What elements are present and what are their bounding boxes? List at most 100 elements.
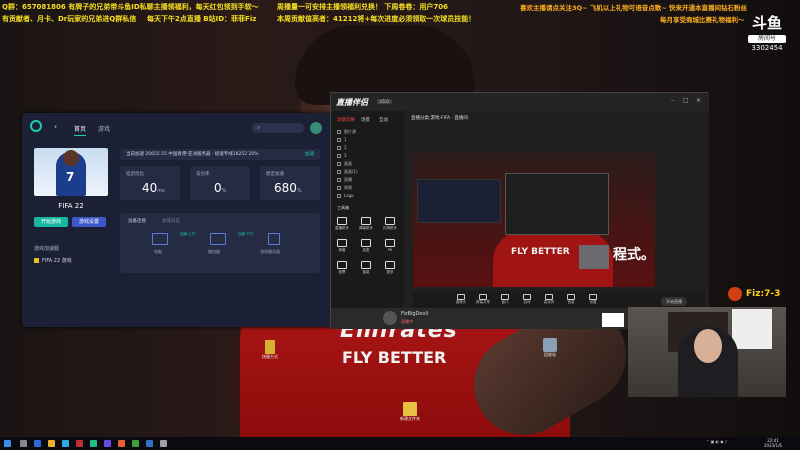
source-row[interactable]: 3 [337, 153, 347, 158]
game-cover-image[interactable]: 7 [34, 148, 108, 196]
back-arrow-icon[interactable]: ‹ [54, 122, 57, 131]
app-icon[interactable] [132, 440, 139, 447]
moderator-icon [337, 239, 347, 247]
visibility-checkbox[interactable] [337, 186, 341, 190]
minimize-icon[interactable]: – [671, 97, 674, 104]
tool-moderator[interactable]: 房管 [333, 239, 351, 253]
source-row[interactable]: Logo [337, 193, 354, 198]
side-game-item[interactable]: FIFA 22 游戏 [34, 257, 72, 264]
tool-lottery[interactable]: 抽奖 [357, 261, 375, 275]
visibility-checkbox[interactable] [337, 170, 341, 174]
tab-interact[interactable]: 互动 [379, 117, 388, 123]
visibility-checkbox[interactable] [337, 138, 341, 142]
accelerator-icon[interactable] [90, 440, 97, 447]
source-row[interactable]: 直播 [337, 177, 352, 183]
chat-icon[interactable] [62, 440, 69, 447]
screen-share-button[interactable]: 屏幕共享 [475, 294, 491, 305]
tab-scene-switch[interactable]: 场景切换 [337, 117, 355, 123]
tab-games[interactable]: 游戏 [98, 124, 110, 133]
source-row-label: 画面 [344, 161, 352, 166]
maximize-icon[interactable]: □ [683, 97, 689, 104]
app-icon[interactable] [160, 440, 167, 447]
tab-scene[interactable]: 场景 [361, 117, 370, 123]
camera-button[interactable]: 摄像头 [453, 294, 469, 305]
app-icon[interactable] [118, 440, 125, 447]
settings-button[interactable]: 设置 [585, 294, 601, 305]
source-row-label: 2 [344, 145, 347, 150]
router-icon [210, 233, 226, 245]
stat-label: 丢包率 [196, 172, 210, 177]
game-button[interactable]: 游戏 [519, 294, 535, 305]
folder-icon [403, 402, 417, 416]
tool-label: PK [387, 248, 393, 252]
system-tray-icons[interactable]: ⌃ ▣ ◐ ◆ ♪ [706, 439, 727, 444]
device-sub-label: 加速·下行 [238, 232, 254, 236]
volume-button[interactable]: 音量 [563, 294, 579, 305]
source-row[interactable]: 画面(1) [337, 169, 358, 175]
source-row-label: Logo [344, 193, 354, 198]
team-logo-icon [728, 287, 742, 301]
app-logo-icon [30, 120, 42, 132]
visibility-checkbox[interactable] [337, 194, 341, 198]
cover-player-head [63, 150, 79, 166]
file-explorer-icon[interactable] [48, 440, 55, 447]
tab-logs[interactable]: 加速日志 [162, 218, 180, 224]
tab-devices[interactable]: 设备连接 [128, 218, 146, 224]
visibility-checkbox[interactable] [337, 146, 341, 150]
profile-name: FizBigDevil [401, 311, 429, 317]
start-live-button[interactable]: 开始直播 [661, 297, 687, 306]
game-badge-icon [34, 258, 39, 263]
start-menu-icon[interactable] [4, 440, 11, 447]
tool-gift[interactable]: 礼物助手 [381, 217, 399, 231]
live-status: 直播中 [401, 319, 413, 324]
stream-app-icon[interactable] [76, 440, 83, 447]
tab-home[interactable]: 首页 [74, 124, 87, 136]
app-icon[interactable] [146, 440, 153, 447]
search-icon[interactable] [20, 440, 27, 447]
tool-vote[interactable]: 投票 [333, 261, 351, 275]
overlay-line1-a: Q群：657081806 有牌子的兄弟带斗鱼ID私聊主播领福利，每天红包领到手软… [2, 3, 259, 11]
start-game-button[interactable]: 开始游戏 [34, 217, 68, 227]
tool-danmaku[interactable]: 弹幕助手 [357, 217, 375, 231]
visibility-checkbox[interactable] [337, 130, 341, 134]
overlay-line1-b: 周播量一可安排主播领福利兑换！ 下周卷卷：用户706 [277, 3, 449, 11]
tool-live-assistant[interactable]: 直播助手 [333, 217, 351, 231]
accel-link[interactable]: 加速 [305, 151, 314, 157]
clock[interactable]: 22:41 2023/1/6 [764, 438, 782, 448]
avatar[interactable] [310, 122, 322, 134]
tool-co-stream[interactable]: 连麦 [357, 239, 375, 253]
preview-app-window [417, 179, 501, 223]
app-icon[interactable] [104, 440, 111, 447]
stream-preview[interactable]: FLY BETTER 程式。 [413, 151, 655, 287]
desktop-icon-label: 回收站 [544, 352, 556, 357]
source-row[interactable]: 2 [337, 145, 347, 150]
window-button[interactable]: 窗口 [497, 294, 513, 305]
lottery-icon [361, 261, 371, 269]
tool-label: 更多 [386, 270, 394, 274]
close-icon[interactable]: ✕ [696, 97, 701, 104]
source-row[interactable]: 图片源 [337, 129, 356, 135]
visibility-checkbox[interactable] [337, 178, 341, 182]
preview-tool-window [505, 173, 609, 235]
desktop-icon-folder[interactable]: 新建文件夹 [396, 402, 424, 422]
browser-icon[interactable] [34, 440, 41, 447]
desktop-icon-shortcut[interactable]: 快捷方式 [256, 340, 284, 360]
vote-icon [337, 261, 347, 269]
version-badge: v5.0 [377, 99, 392, 104]
desktop-icon-recycle[interactable]: 回收站 [536, 338, 564, 358]
avatar[interactable] [383, 311, 397, 325]
source-row[interactable]: 视频 [337, 185, 352, 191]
visibility-checkbox[interactable] [337, 162, 341, 166]
game-settings-button[interactable]: 游戏设置 [72, 217, 106, 227]
mic-button[interactable]: 麦克风 [541, 294, 557, 305]
webcam-feed [628, 307, 786, 397]
tool-pk[interactable]: PK [381, 239, 399, 252]
search-input[interactable]: ⌕ [252, 123, 304, 133]
visibility-checkbox[interactable] [337, 154, 341, 158]
room-watermark: 斗鱼 房间号 3302454 [744, 12, 790, 58]
game-title: FIFA 22 [58, 202, 84, 210]
stat-label: 稳定加速 [266, 172, 284, 177]
source-row[interactable]: 1 [337, 137, 347, 142]
tool-more[interactable]: 更多 [381, 261, 399, 275]
source-row[interactable]: 画面 [337, 161, 352, 167]
